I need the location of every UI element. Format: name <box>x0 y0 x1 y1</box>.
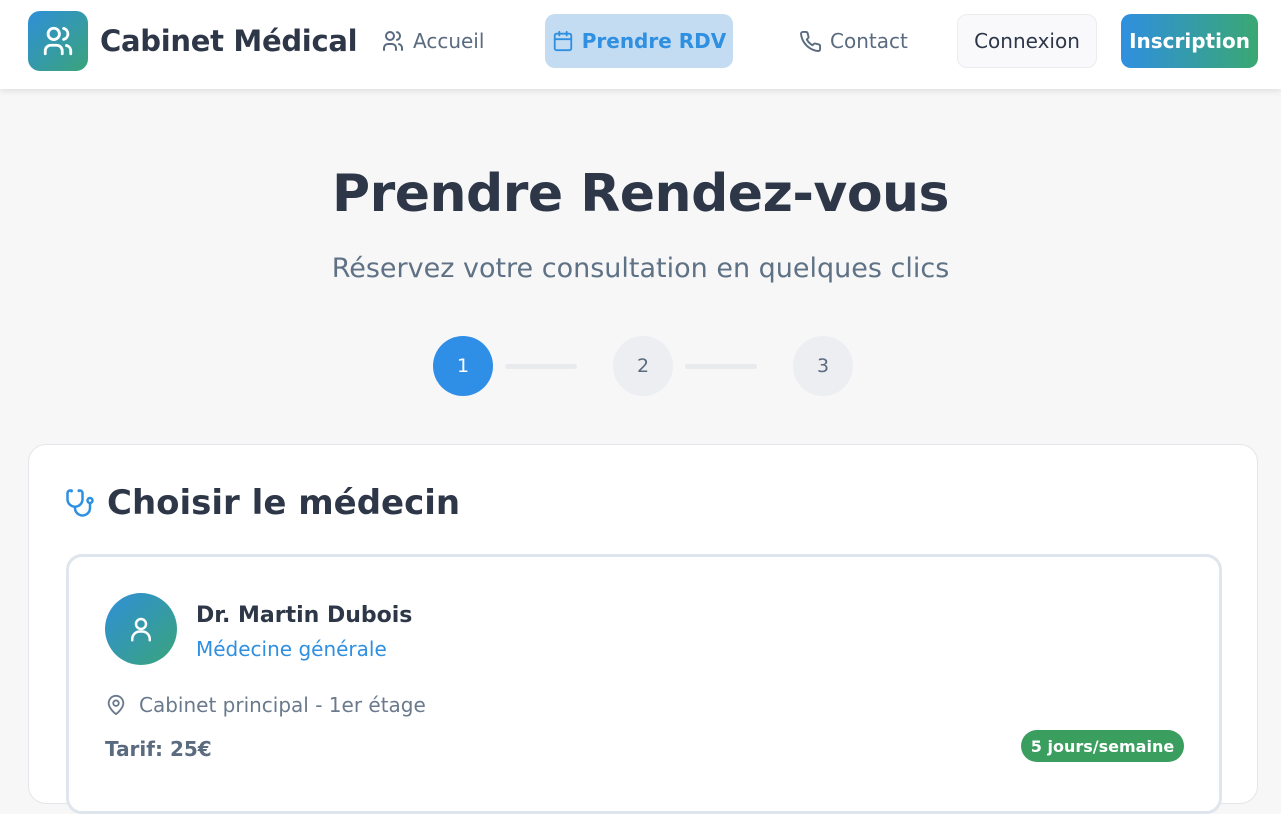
doctor-location: Cabinet principal - 1er étage <box>105 693 426 717</box>
page-subtitle: Réservez votre consultation en quelques … <box>331 253 950 284</box>
users-icon <box>43 26 73 56</box>
login-button[interactable]: Connexion <box>957 14 1097 68</box>
step-connector <box>685 364 757 369</box>
nav-item-accueil[interactable]: Accueil <box>381 14 484 68</box>
doctor-specialty: Médecine générale <box>196 637 387 661</box>
logo[interactable] <box>28 11 88 71</box>
section-header: Choisir le médecin <box>65 483 460 523</box>
nav-item-contact[interactable]: Contact <box>799 14 908 68</box>
nav-item-prendre-rdv[interactable]: Prendre RDV <box>545 14 733 68</box>
page-title: Prendre Rendez-vous <box>331 164 950 224</box>
signup-button[interactable]: Inscription <box>1121 14 1258 68</box>
avatar <box>105 593 177 665</box>
doctor-option-card[interactable]: Dr. Martin Dubois Médecine générale Cabi… <box>66 554 1222 814</box>
nav-item-label: Prendre RDV <box>581 29 727 53</box>
doctor-name: Dr. Martin Dubois <box>196 603 413 628</box>
stethoscope-icon <box>66 489 94 517</box>
users-icon <box>383 31 403 51</box>
section-title: Choisir le médecin <box>107 483 461 523</box>
nav-item-label: Contact <box>830 29 908 53</box>
location-text: Cabinet principal - 1er étage <box>139 693 426 717</box>
doctor-tarif: Tarif: 25€ <box>105 737 212 761</box>
nav-item-label: Accueil <box>413 29 485 53</box>
doctor-selection-card: Choisir le médecin Dr. Martin Dubois Méd… <box>28 444 1258 814</box>
step-3-indicator: 3 <box>793 336 853 396</box>
availability-badge: 5 jours/semaine <box>1021 730 1184 762</box>
phone-icon <box>800 30 822 52</box>
top-navbar: Cabinet Médical Accueil Prendre RDV Cont… <box>0 0 1281 89</box>
step-connector <box>505 364 577 369</box>
brand-name[interactable]: Cabinet Médical <box>100 24 358 58</box>
user-icon <box>131 617 151 642</box>
step-1-indicator: 1 <box>433 336 493 396</box>
map-pin-icon <box>107 694 125 716</box>
calendar-icon <box>553 30 572 52</box>
step-2-indicator: 2 <box>613 336 673 396</box>
